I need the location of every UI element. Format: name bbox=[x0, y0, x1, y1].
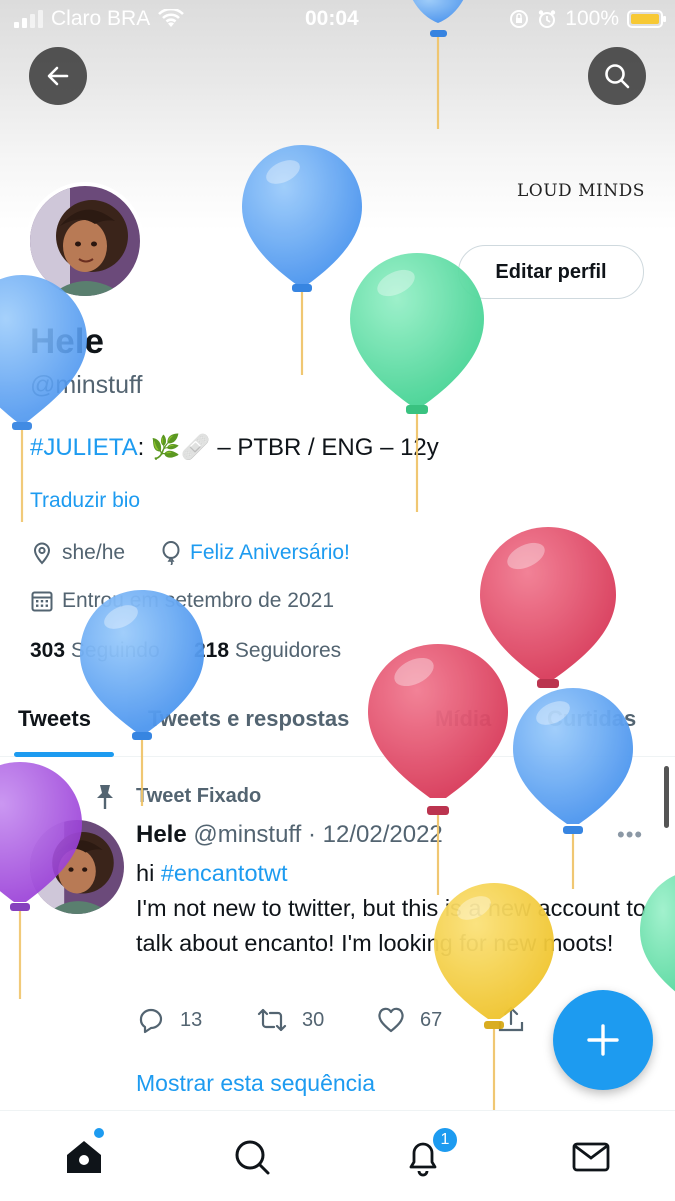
tweet-header: Hele @minstuff · 12/02/2022 bbox=[136, 821, 443, 849]
retweet-count: 30 bbox=[302, 1008, 325, 1031]
search-icon bbox=[605, 64, 630, 89]
home-icon bbox=[67, 1141, 101, 1173]
share-icon[interactable] bbox=[496, 1004, 526, 1034]
pronouns-item: she/he bbox=[30, 541, 125, 565]
banner-brand-text: LOUD MINDS bbox=[517, 181, 645, 201]
bio-text: : 🌿🩹 – PTBR / ENG – 12y bbox=[137, 434, 439, 461]
status-bar: Claro BRA 00:04 100% bbox=[0, 0, 675, 38]
bio-hashtag-link[interactable]: #JULIETA bbox=[30, 434, 138, 461]
battery-icon bbox=[627, 10, 666, 28]
tweet-text-body: I'm not new to twitter, but this is a ne… bbox=[136, 895, 646, 956]
tab-tweets-replies[interactable]: Tweets e respostas bbox=[148, 706, 349, 732]
followers-label: Seguidores bbox=[234, 639, 342, 662]
heart-icon bbox=[378, 1007, 404, 1033]
balloon-red-1 bbox=[480, 527, 616, 688]
tab-tweets[interactable]: Tweets bbox=[18, 706, 91, 732]
search-button[interactable] bbox=[588, 47, 646, 105]
scrollbar[interactable] bbox=[664, 766, 669, 828]
compose-tweet-button[interactable] bbox=[553, 990, 653, 1090]
pronouns-label: she/he bbox=[62, 541, 126, 564]
profile-name: Hele bbox=[30, 322, 104, 361]
more-options-icon[interactable]: ••• bbox=[617, 822, 643, 848]
alarm-icon bbox=[539, 10, 556, 28]
reply-button[interactable]: 13 bbox=[136, 1005, 202, 1035]
carrier-label: Claro BRA bbox=[51, 7, 151, 30]
reply-icon bbox=[139, 1008, 163, 1034]
tweet-avatar[interactable] bbox=[30, 820, 124, 914]
plus-icon bbox=[587, 1024, 619, 1056]
profile-tabs: Tweets Tweets e respostas Mídia Curtidas bbox=[0, 690, 675, 757]
rotation-lock-icon bbox=[510, 10, 529, 28]
tweet-author-name[interactable]: Hele bbox=[136, 821, 187, 848]
notification-badge: 1 bbox=[431, 1126, 459, 1154]
joined-item: Entrou em setembro de 2021 bbox=[30, 589, 334, 613]
battery-percentage: 100% bbox=[565, 7, 619, 30]
avatar-image bbox=[30, 186, 140, 296]
tab-likes[interactable]: Curtidas bbox=[547, 706, 636, 732]
profile-avatar[interactable] bbox=[26, 182, 144, 300]
like-count: 67 bbox=[420, 1008, 443, 1031]
nav-home[interactable] bbox=[62, 1135, 106, 1179]
pin-icon bbox=[97, 785, 113, 809]
back-button[interactable] bbox=[29, 47, 87, 105]
pinned-label: Tweet Fixado bbox=[136, 785, 262, 807]
followers-count: 218 bbox=[194, 639, 230, 662]
tweet-avatar-image bbox=[30, 820, 124, 914]
reply-count: 13 bbox=[180, 1008, 203, 1031]
followers-link[interactable]: 218 Seguidores bbox=[194, 639, 341, 663]
retweet-button[interactable]: 30 bbox=[256, 1005, 324, 1035]
arrow-left-icon bbox=[47, 66, 69, 86]
calendar-icon bbox=[31, 591, 53, 612]
location-pin-icon bbox=[33, 542, 51, 565]
profile-bio: #JULIETA: 🌿🩹 – PTBR / ENG – 12y bbox=[30, 433, 439, 462]
retweet-icon bbox=[257, 1008, 287, 1032]
following-link[interactable]: 303 Seguindo bbox=[30, 639, 160, 663]
tweet-hashtag-link[interactable]: #encantotwt bbox=[161, 860, 288, 886]
birthday-item[interactable]: Feliz Aniversário! bbox=[160, 541, 350, 565]
tab-media[interactable]: Mídia bbox=[435, 706, 491, 732]
show-thread-link[interactable]: Mostrar esta sequência bbox=[136, 1070, 375, 1097]
following-count: 303 bbox=[30, 639, 66, 662]
following-label: Seguindo bbox=[70, 639, 160, 662]
search-icon bbox=[235, 1140, 270, 1175]
nav-messages[interactable] bbox=[569, 1135, 613, 1179]
balloon-icon bbox=[162, 541, 180, 565]
translate-bio-link[interactable]: Traduzir bio bbox=[30, 489, 140, 513]
balloon-green-1 bbox=[350, 253, 484, 512]
mail-icon bbox=[572, 1142, 610, 1172]
clock: 00:04 bbox=[305, 7, 359, 30]
edit-profile-button[interactable]: Editar perfil bbox=[458, 245, 644, 299]
tweet-text-start: hi bbox=[136, 860, 161, 886]
home-unread-dot bbox=[94, 1128, 104, 1138]
tweet-date[interactable]: · 12/02/2022 bbox=[308, 821, 443, 848]
bottom-navigation bbox=[0, 1110, 675, 1201]
signal-icon bbox=[14, 10, 43, 28]
profile-handle: @minstuff bbox=[30, 371, 143, 399]
joined-label: Entrou em setembro de 2021 bbox=[62, 589, 334, 612]
birthday-label: Feliz Aniversário! bbox=[190, 541, 350, 564]
like-button[interactable]: 67 bbox=[376, 1005, 442, 1035]
tweet-author-handle[interactable]: @minstuff bbox=[193, 821, 301, 848]
wifi-icon bbox=[158, 9, 185, 27]
tweet-text: hi #encantotwt I'm not new to twitter, b… bbox=[136, 856, 656, 961]
nav-search[interactable] bbox=[230, 1135, 274, 1179]
